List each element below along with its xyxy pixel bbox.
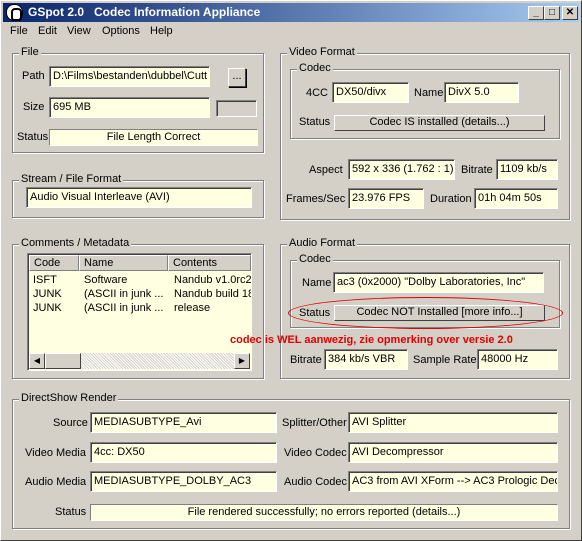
video-codec-status-button[interactable]: Codec IS installed (details...) — [334, 115, 545, 131]
video-bitrate-label: Bitrate — [461, 164, 493, 176]
comments-group-label: Comments / Metadata — [19, 237, 132, 249]
audio-media-label: Audio Media — [25, 476, 87, 488]
row1-code[interactable]: ISFT — [33, 274, 77, 288]
directshow-group-label: DirectShow Render — [19, 392, 119, 404]
aspect-label: Aspect — [309, 164, 343, 176]
audio-group-label: Audio Format — [287, 237, 358, 249]
minimize-button[interactable]: _ — [528, 6, 544, 20]
menu-help[interactable]: Help — [150, 25, 173, 37]
row3-name[interactable]: (ASCII in junk ... — [84, 302, 169, 316]
row3-contents[interactable]: release — [174, 302, 251, 316]
render-status-label: Status — [55, 506, 87, 518]
fourcc-label: 4CC — [306, 87, 329, 99]
video-codec-ds-label: Video Codec — [284, 447, 347, 459]
render-status-box[interactable]: File rendered successfully; no errors re… — [90, 504, 558, 521]
col-header-contents[interactable]: Contents — [168, 255, 251, 271]
stream-format-field: Audio Visual Interleave (AVI) — [26, 187, 252, 208]
file-status-label: Status — [17, 131, 49, 143]
video-status-label: Status — [299, 116, 331, 128]
app-window: GSpot 2.0 Codec Information Appliance _ … — [0, 0, 582, 541]
audio-codec-label: Codec — [297, 253, 333, 265]
menu-bar: File Edit View Options Help — [3, 23, 579, 41]
scroll-left-arrow-icon[interactable]: ◀ — [29, 353, 45, 369]
size-indicator — [216, 100, 257, 117]
duration-field: 01h 04m 50s — [474, 188, 558, 209]
app-icon — [6, 4, 23, 21]
fps-label: Frames/Sec — [286, 193, 346, 205]
size-field: 695 MB — [49, 97, 210, 118]
audio-bitrate-label: Bitrate — [290, 354, 322, 366]
row2-code[interactable]: JUNK — [33, 288, 77, 302]
file-status-box: File Length Correct — [49, 129, 258, 146]
video-bitrate-field: 1109 kb/s — [496, 159, 558, 180]
path-label: Path — [22, 70, 45, 82]
row2-name[interactable]: (ASCII in junk ... — [84, 288, 169, 302]
scroll-right-arrow-icon[interactable]: ▶ — [234, 353, 250, 369]
menu-view[interactable]: View — [67, 25, 91, 37]
video-name-field: DivX 5.0 — [444, 82, 519, 103]
video-codec-ds-field: AVI Decompressor — [348, 442, 558, 463]
close-button[interactable]: ✕ — [562, 6, 578, 20]
row2-contents[interactable]: Nandub build 18 — [174, 288, 251, 302]
size-label: Size — [23, 101, 45, 113]
splitter-field: AVI Splitter — [348, 412, 558, 433]
fps-field: 23.976 FPS — [348, 188, 424, 209]
video-codec-label: Codec — [297, 62, 333, 74]
audio-name-field: ac3 (0x2000) "Dolby Laboratories, Inc" — [333, 272, 544, 293]
audio-codec-ds-field: AC3 from AVI XForm --> AC3 Prologic Deco — [348, 471, 558, 492]
duration-label: Duration — [430, 193, 472, 205]
audio-bitrate-field: 384 kb/s VBR — [324, 349, 408, 370]
metadata-hscrollbar[interactable]: ◀ ▶ — [29, 353, 250, 369]
menu-file[interactable]: File — [10, 25, 28, 37]
row1-name[interactable]: Software — [84, 274, 169, 288]
metadata-list[interactable]: Code Name Contents ISFT Software Nandub … — [27, 253, 252, 371]
maximize-button[interactable]: □ — [544, 6, 560, 20]
fourcc-field: DX50/divx — [332, 82, 409, 103]
stream-group-label: Stream / File Format — [19, 173, 124, 185]
annotation-note: codec is WEL aanwezig, zie opmerking ove… — [230, 334, 513, 346]
window-title: GSpot 2.0 Codec Information Appliance — [28, 5, 261, 19]
col-header-code[interactable]: Code — [29, 255, 79, 271]
video-name-label: Name — [414, 87, 444, 99]
menu-options[interactable]: Options — [102, 25, 140, 37]
splitter-label: Splitter/Other — [282, 417, 347, 429]
file-group-label: File — [19, 46, 41, 58]
title-bar[interactable]: GSpot 2.0 Codec Information Appliance _ … — [3, 3, 579, 22]
video-media-label: Video Media — [25, 447, 86, 459]
menu-edit[interactable]: Edit — [38, 25, 57, 37]
samplerate-label: Sample Rate — [413, 354, 477, 366]
audio-codec-ds-label: Audio Codec — [284, 476, 347, 488]
audio-media-field: MEDIASUBTYPE_DOLBY_AC3 — [90, 471, 277, 492]
row3-code[interactable]: JUNK — [33, 302, 77, 316]
source-field: MEDIASUBTYPE_Avi — [90, 412, 277, 433]
aspect-field: 592 x 336 (1.762 : 1) — [348, 159, 455, 180]
browse-button[interactable]: ... — [228, 68, 246, 87]
row1-contents[interactable]: Nandub v1.0rc2 — [174, 274, 251, 288]
red-highlight-ellipse — [288, 297, 563, 329]
video-group-label: Video Format — [287, 46, 357, 58]
scroll-thumb[interactable] — [45, 353, 81, 369]
video-media-field: 4cc: DX50 — [90, 442, 277, 463]
col-header-name[interactable]: Name — [79, 255, 168, 271]
source-label: Source — [53, 417, 88, 429]
audio-name-label: Name — [302, 277, 332, 289]
samplerate-field: 48000 Hz — [477, 349, 558, 370]
path-field[interactable]: D:\Films\bestanden\dubbel\Cutt — [49, 66, 210, 87]
